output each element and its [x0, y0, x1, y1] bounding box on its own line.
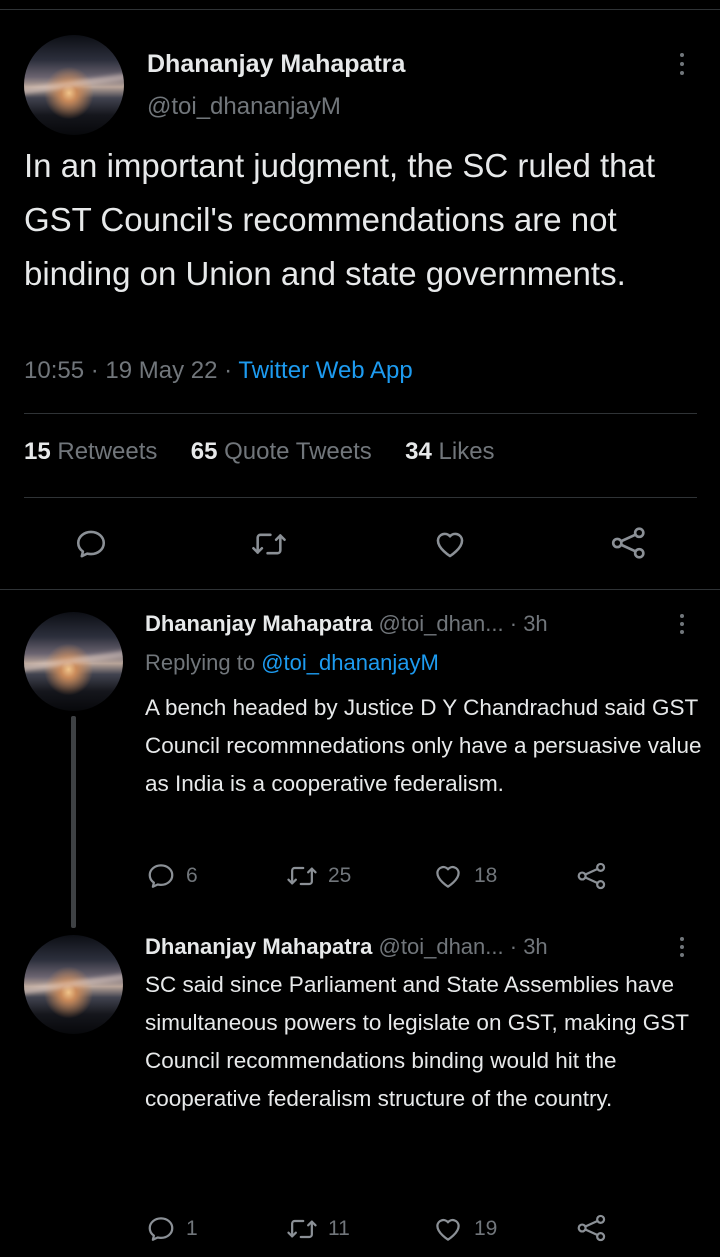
stats-top-divider — [24, 413, 697, 414]
reply-1-retweet-button[interactable]: 25 — [286, 861, 351, 891]
reply-1-header: Dhananjay Mahapatra @toi_dhan... · 3h — [145, 611, 548, 637]
like-icon — [436, 865, 460, 888]
stats-bottom-divider — [24, 497, 697, 498]
retweet-count: 11 — [328, 1217, 350, 1240]
reply-2-age: · 3h — [509, 934, 548, 959]
tweet-divider — [0, 589, 720, 590]
retweet-count: 25 — [328, 864, 352, 887]
reply-1-author-handle[interactable]: @toi_dhan... — [379, 611, 504, 636]
reply-2-header: Dhananjay Mahapatra @toi_dhan... · 3h — [145, 934, 548, 960]
share-icon — [577, 862, 606, 890]
reply-count: 1 — [186, 1217, 198, 1240]
thread-connector — [71, 716, 76, 928]
reply-1-age: · 3h — [509, 611, 548, 636]
reply-2-text: SC said since Parliament and State Assem… — [145, 972, 689, 1111]
replying-to: Replying to @toi_dhananjayM — [145, 650, 439, 676]
tweet-text: In an important judgment, the SC ruled t… — [24, 147, 656, 292]
reply-1-more-icon[interactable] — [680, 614, 684, 634]
meta-separator: · — [90, 357, 99, 384]
quotes-label: Quote Tweets — [224, 438, 372, 465]
retweet-icon — [287, 866, 317, 886]
reply-2-share-button[interactable] — [576, 1212, 608, 1244]
meta-separator: · — [224, 357, 233, 384]
share-icon[interactable] — [610, 525, 648, 561]
retweets-stat[interactable]: 15 Retweets — [24, 438, 157, 465]
reply-2-reply-button[interactable]: 1 — [146, 1214, 198, 1244]
quotes-count: 65 — [190, 438, 218, 465]
reply-1-text: A bench headed by Justice D Y Chandrachu… — [145, 695, 702, 796]
like-icon — [436, 1218, 460, 1241]
reply-1-reply-button[interactable]: 6 — [146, 861, 198, 891]
replying-to-handle[interactable]: @toi_dhananjayM — [261, 650, 439, 675]
reply-icon — [148, 1217, 174, 1241]
reply-1-like-button[interactable]: 18 — [432, 861, 497, 891]
share-icon — [577, 1214, 606, 1242]
reply-2-avatar[interactable] — [24, 935, 123, 1034]
tweet-meta: 10:55 · 19 May 22 · Twitter Web App — [24, 357, 413, 385]
tweet-source[interactable]: Twitter Web App — [238, 357, 412, 384]
reply-2-author-name[interactable]: Dhananjay Mahapatra — [145, 934, 372, 959]
retweet-icon[interactable] — [250, 527, 288, 561]
retweets-label: Retweets — [57, 438, 158, 465]
likes-count: 34 — [405, 438, 432, 465]
like-count: 19 — [474, 1217, 498, 1240]
author-name[interactable]: Dhananjay Mahapatra — [147, 50, 405, 79]
retweet-icon — [287, 1219, 317, 1239]
reply-1-avatar[interactable] — [24, 612, 123, 711]
quote-tweets-stat[interactable]: 65 Quote Tweets — [191, 438, 372, 465]
tweet-time[interactable]: 10:55 — [24, 357, 84, 384]
author-handle[interactable]: @toi_dhananjayM — [147, 93, 341, 121]
likes-stat[interactable]: 34 Likes — [405, 438, 494, 465]
reply-count: 6 — [186, 864, 198, 887]
retweets-count: 15 — [24, 438, 51, 465]
more-options-icon[interactable] — [680, 53, 684, 75]
reply-1-author-name[interactable]: Dhananjay Mahapatra — [145, 611, 372, 636]
reply-icon — [148, 864, 174, 888]
like-count: 18 — [474, 864, 498, 887]
top-divider — [0, 9, 720, 10]
reply-icon[interactable] — [74, 527, 108, 561]
reply-2-author-handle[interactable]: @toi_dhan... — [379, 934, 504, 959]
author-avatar[interactable] — [24, 35, 124, 135]
like-icon[interactable] — [432, 527, 468, 561]
tweet-stats: 15 Retweets 65 Quote Tweets 34 Likes — [24, 438, 495, 466]
reply-2-retweet-button[interactable]: 11 — [286, 1214, 350, 1244]
tweet-date[interactable]: 19 May 22 — [105, 357, 217, 384]
reply-2-like-button[interactable]: 19 — [432, 1214, 497, 1244]
reply-2-more-icon[interactable] — [680, 937, 684, 957]
likes-label: Likes — [438, 438, 495, 465]
replying-prefix: Replying to — [145, 650, 256, 675]
reply-1-share-button[interactable] — [576, 860, 608, 892]
